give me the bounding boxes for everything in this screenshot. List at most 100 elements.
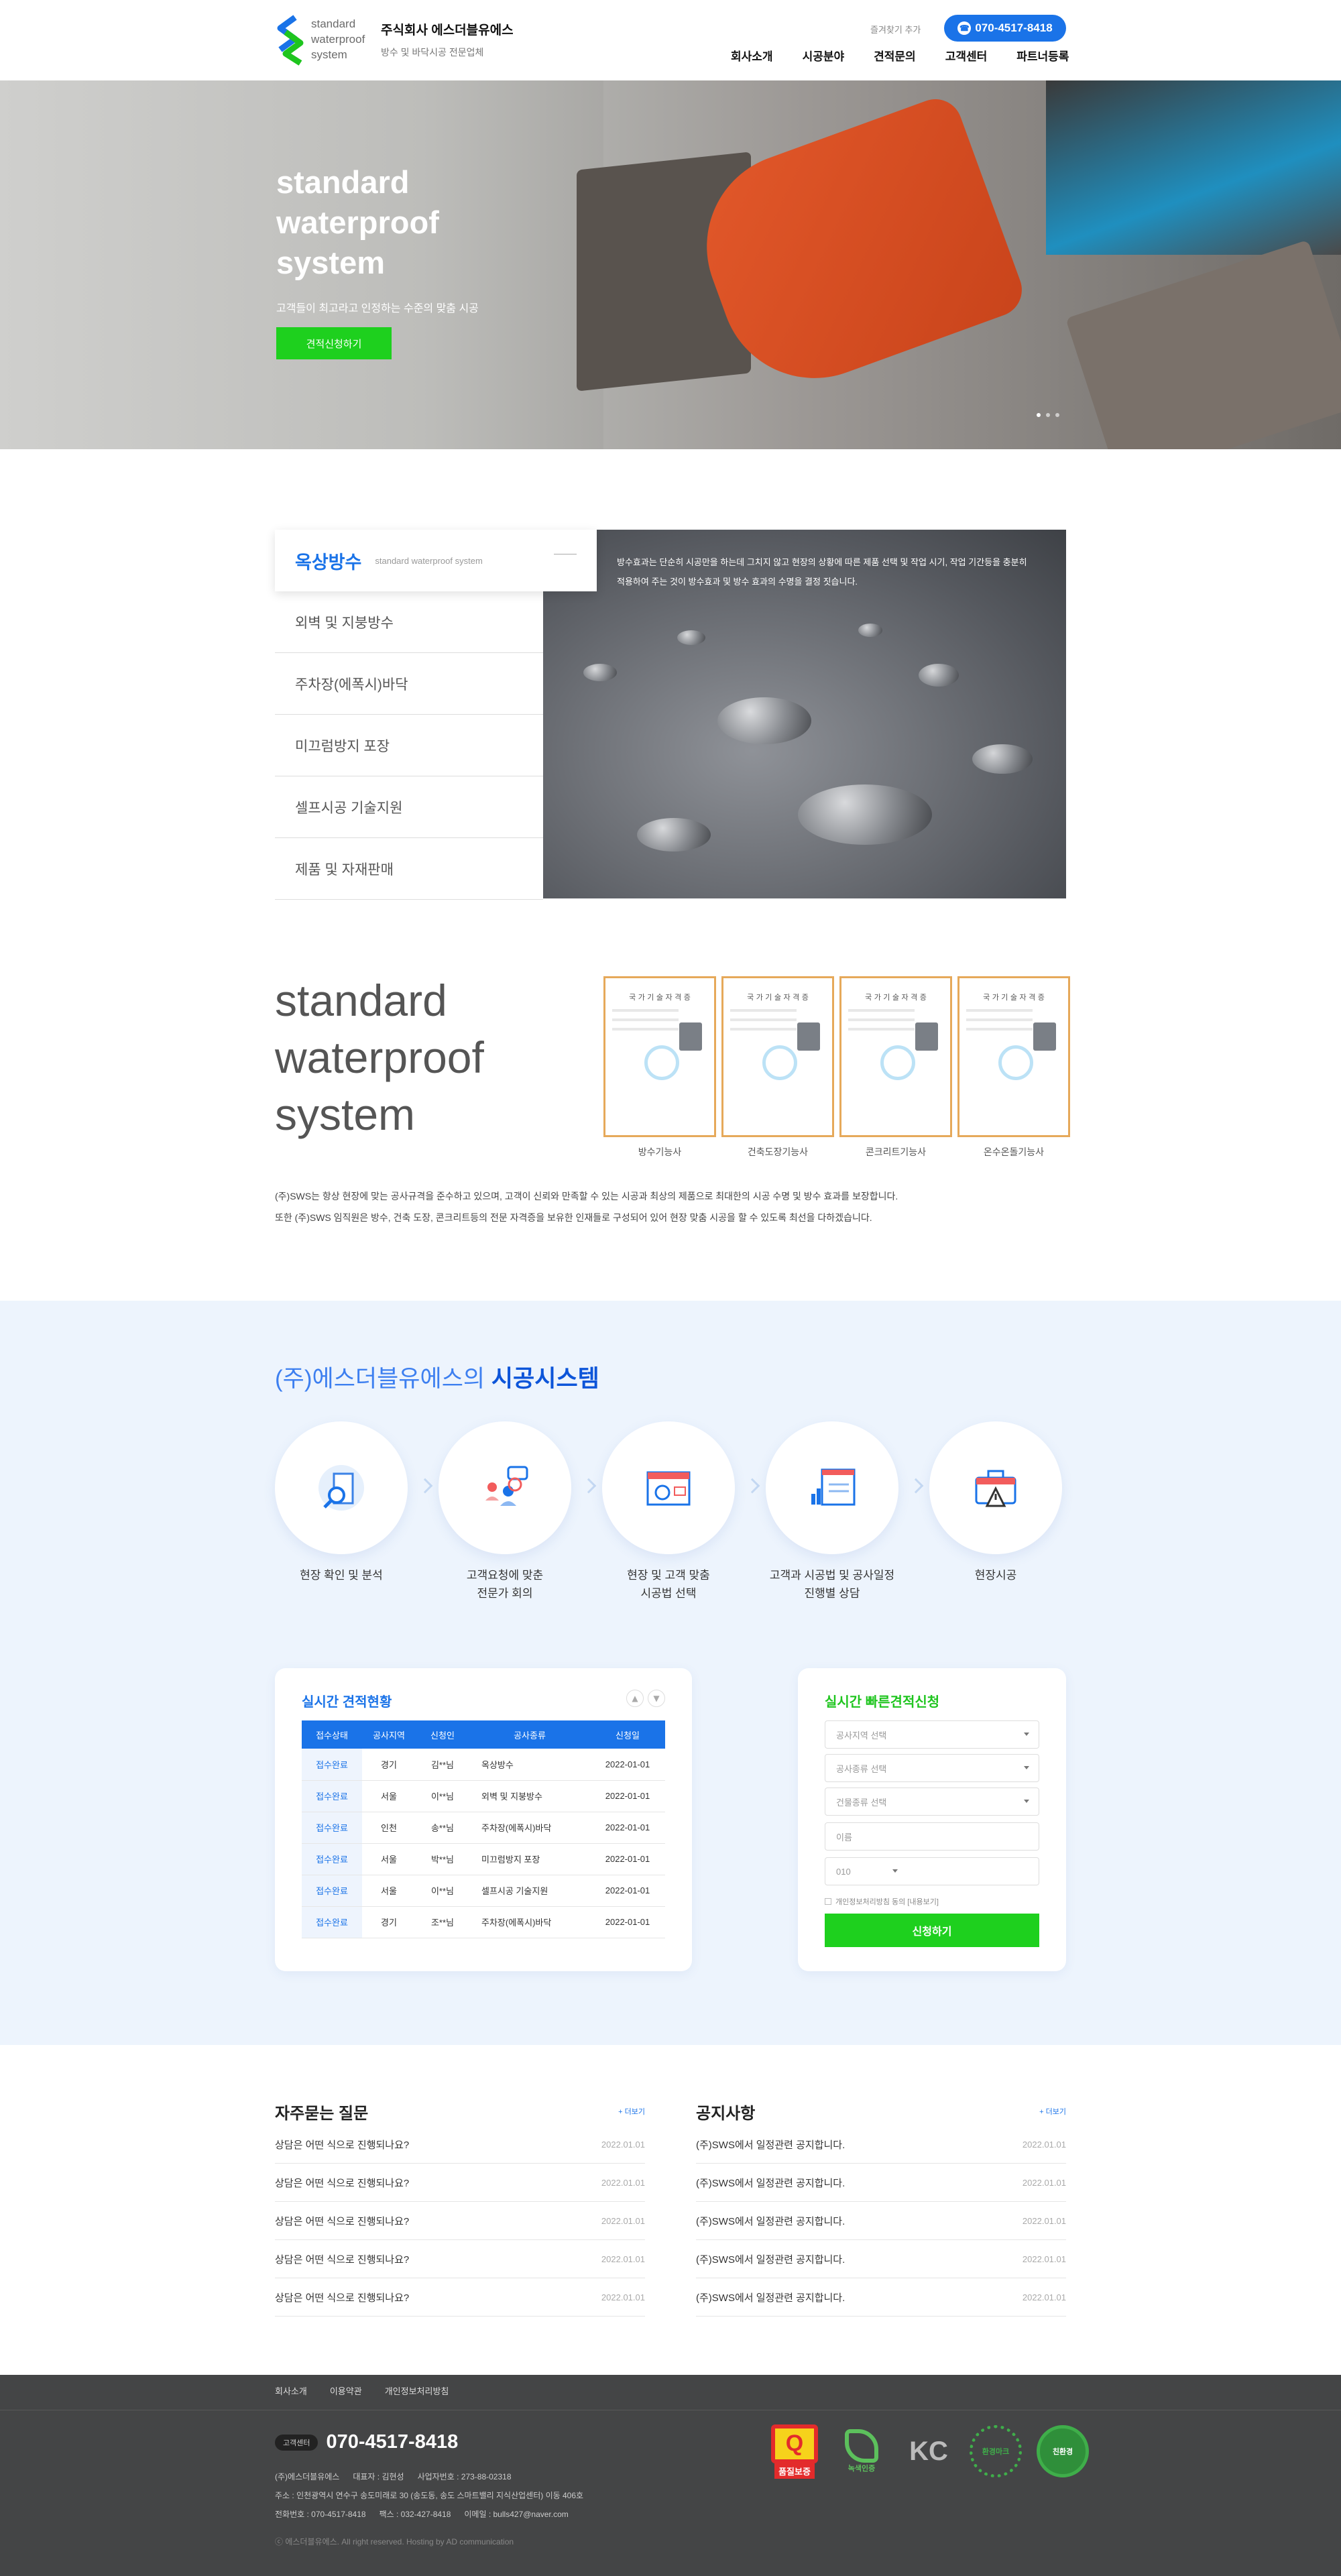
quote-status-panel: 실시간 견적현황 ▲ ▼ 접수상태 공사지역 신청인 공사종류 신청일 접수완료… xyxy=(275,1668,692,1971)
eco-friendly-badge-icon: 친환경 xyxy=(1037,2423,1089,2479)
list-item-title: (주)SWS에서 일정관련 공지합니다. xyxy=(696,2139,846,2151)
service-description: 방수효과는 단순히 시공만을 하는데 그치지 않고 현장의 상황에 따른 제품 … xyxy=(617,557,1027,587)
building-type-select[interactable]: 건물종류 선택 xyxy=(825,1788,1039,1816)
table-cell: 접수완료 xyxy=(302,1843,362,1875)
certificate-card[interactable]: 국 가 기 술 자 격 증 온수온돌기능사 xyxy=(957,976,1070,1159)
table-row[interactable]: 접수완료 서울 이**님 외벽 및 지붕방수 2022-01-01 xyxy=(302,1780,665,1812)
list-item-title: (주)SWS에서 일정관련 공지합니다. xyxy=(696,2253,846,2266)
list-item[interactable]: 상담은 어떤 식으로 진행되나요? 2022.01.01 xyxy=(275,2164,645,2202)
region-select[interactable]: 공사지역 선택 xyxy=(825,1720,1039,1749)
table-header: 공사종류 xyxy=(469,1720,590,1749)
certificate-card[interactable]: 국 가 기 술 자 격 증 콘크리트기능사 xyxy=(839,976,952,1159)
slider-dot[interactable] xyxy=(1046,413,1050,417)
list-item-title: 상담은 어떤 식으로 진행되나요? xyxy=(275,2177,410,2189)
process-step: 현장시공 xyxy=(929,1421,1062,1602)
table-cell: 이**님 xyxy=(416,1875,469,1907)
service-active-title: 옥상방수 xyxy=(295,552,362,573)
nav-item-services[interactable]: 시공분야 xyxy=(788,47,860,64)
footer-link-terms[interactable]: 이용약관 xyxy=(330,2384,362,2397)
nav-item-support[interactable]: 고객센터 xyxy=(931,47,1002,64)
caret-down-icon xyxy=(1024,1766,1029,1769)
list-item-date: 2022.01.01 xyxy=(1022,2292,1066,2302)
cs-phone: 070-4517-8418 xyxy=(326,2431,459,2453)
footer-link-company[interactable]: 회사소개 xyxy=(275,2384,307,2397)
certificate-card[interactable]: 국 가 기 술 자 격 증 방수기능사 xyxy=(603,976,716,1159)
agree-checkbox[interactable] xyxy=(825,1898,831,1905)
slider-dot[interactable] xyxy=(1055,413,1059,417)
certificate-card[interactable]: 국 가 기 술 자 격 증 건축도장기능사 xyxy=(721,976,834,1159)
submit-button[interactable]: 신청하기 xyxy=(825,1914,1039,1947)
list-item-date: 2022.01.01 xyxy=(601,2177,645,2188)
table-row[interactable]: 접수완료 서울 박**님 미끄럼방지 포장 2022-01-01 xyxy=(302,1843,665,1875)
service-item-antislip[interactable]: 미끄럼방지 포장 xyxy=(275,715,543,776)
chart-board-icon xyxy=(811,1468,856,1506)
list-item-date: 2022.01.01 xyxy=(1022,2177,1066,2188)
service-item-products[interactable]: 제품 및 자재판매 xyxy=(275,838,543,900)
name-input[interactable]: 이름 xyxy=(825,1822,1039,1851)
list-item[interactable]: (주)SWS에서 일정관련 공지합니다. 2022.01.01 xyxy=(696,2202,1066,2240)
phone-button[interactable]: ☎ 070-4517-8418 xyxy=(944,15,1066,42)
slider-dot[interactable] xyxy=(1037,413,1041,417)
list-item[interactable]: 상담은 어떤 식으로 진행되나요? 2022.01.01 xyxy=(275,2125,645,2164)
list-item[interactable]: (주)SWS에서 일정관련 공지합니다. 2022.01.01 xyxy=(696,2164,1066,2202)
service-item-parking[interactable]: 주차장(에폭시)바닥 xyxy=(275,653,543,715)
quote-request-button[interactable]: 견적신청하기 xyxy=(276,327,392,359)
table-row[interactable]: 접수완료 서울 이**님 셀프시공 기술지원 2022-01-01 xyxy=(302,1875,665,1907)
quote-panel-title: 실시간 빠른견적신청 xyxy=(825,1695,940,1710)
list-item[interactable]: (주)SWS에서 일정관련 공지합니다. 2022.01.01 xyxy=(696,2240,1066,2278)
service-item-wall[interactable]: 외벽 및 지붕방수 xyxy=(275,591,543,653)
chevron-up-icon[interactable]: ▲ xyxy=(626,1690,644,1707)
service-item-self[interactable]: 셀프시공 기술지원 xyxy=(275,776,543,838)
nav-item-company[interactable]: 회사소개 xyxy=(716,47,788,64)
certificate-image: 국 가 기 술 자 격 증 xyxy=(603,976,716,1137)
footer-contact: 고객센터 070-4517-8418 xyxy=(275,2431,458,2453)
service-item-rooftop[interactable]: 옥상방수 standard waterproof system xyxy=(275,530,597,591)
table-row[interactable]: 접수완료 경기 김**님 옥상방수 2022-01-01 xyxy=(302,1749,665,1781)
company-subtitle: 방수 및 바닥시공 전문업체 xyxy=(381,47,484,58)
logo-icon[interactable] xyxy=(275,15,306,66)
table-cell: 주차장(에폭시)바닥 xyxy=(469,1812,590,1844)
nav-item-quote[interactable]: 견적문의 xyxy=(859,47,931,64)
phone-number: 070-4517-8418 xyxy=(975,21,1053,34)
certificate-image: 국 가 기 술 자 격 증 xyxy=(839,976,952,1137)
about-title: standard waterproof system xyxy=(275,976,484,1139)
process-step: 현장 및 고객 맞춤 시공법 선택 xyxy=(602,1421,760,1602)
table-cell: 주차장(에폭시)바닥 xyxy=(469,1906,590,1938)
add-favorite-link[interactable]: 즐겨찾기 추가 xyxy=(870,23,921,36)
table-cell: 김**님 xyxy=(416,1749,469,1781)
table-cell: 서울 xyxy=(362,1875,416,1907)
table-cell: 접수완료 xyxy=(302,1749,362,1781)
table-row[interactable]: 접수완료 경기 조**님 주차장(에폭시)바닥 2022-01-01 xyxy=(302,1906,665,1938)
certificate-caption: 방수기능사 xyxy=(638,1147,682,1157)
table-cell: 미끄럼방지 포장 xyxy=(469,1843,590,1875)
list-item[interactable]: 상담은 어떤 식으로 진행되나요? 2022.01.01 xyxy=(275,2202,645,2240)
kc-badge-icon: KC xyxy=(909,2436,948,2466)
green-cert-badge-icon: 녹색인증 xyxy=(835,2423,888,2479)
list-item[interactable]: 상담은 어떤 식으로 진행되나요? 2022.01.01 xyxy=(275,2278,645,2317)
list-item-title: (주)SWS에서 일정관련 공지합니다. xyxy=(696,2292,846,2304)
footer-link-privacy[interactable]: 개인정보처리방침 xyxy=(385,2384,449,2397)
work-type-select[interactable]: 공사종류 선택 xyxy=(825,1754,1039,1782)
caret-down-icon xyxy=(892,1869,898,1873)
chevron-down-icon[interactable]: ▼ xyxy=(648,1690,665,1707)
phone-icon: ☎ xyxy=(957,21,972,35)
list-item-title: (주)SWS에서 일정관련 공지합니다. xyxy=(696,2215,846,2227)
privacy-agree[interactable]: 개인정보처리방침 동의 [내용보기] xyxy=(825,1896,939,1907)
certificate-caption: 콘크리트기능사 xyxy=(865,1147,927,1157)
service-list: 옥상방수 standard waterproof system 외벽 및 지붕방… xyxy=(275,530,597,900)
list-item[interactable]: (주)SWS에서 일정관련 공지합니다. 2022.01.01 xyxy=(696,2278,1066,2317)
table-row[interactable]: 접수완료 인천 송**님 주차장(에폭시)바닥 2022-01-01 xyxy=(302,1812,665,1844)
faq-more-link[interactable]: + 더보기 xyxy=(618,2106,645,2117)
calendar-plan-icon xyxy=(646,1471,691,1506)
phone-prefix-select[interactable]: 010 xyxy=(836,1867,851,1877)
table-cell: 인천 xyxy=(362,1812,416,1844)
nav-item-partner[interactable]: 파트너등록 xyxy=(1002,47,1084,64)
phone-input[interactable]: 010 xyxy=(825,1857,1039,1885)
faq-title: 자주묻는 질문 xyxy=(275,2104,369,2123)
process-title: (주)에스더블유에스의 시공시스템 xyxy=(275,1366,599,1392)
list-item[interactable]: 상담은 어떤 식으로 진행되나요? 2022.01.01 xyxy=(275,2240,645,2278)
process-step-label: 현장 확인 및 분석 xyxy=(300,1569,383,1582)
notice-more-link[interactable]: + 더보기 xyxy=(1039,2106,1066,2117)
chevron-right-icon xyxy=(581,1478,597,1494)
list-item[interactable]: (주)SWS에서 일정관련 공지합니다. 2022.01.01 xyxy=(696,2125,1066,2164)
